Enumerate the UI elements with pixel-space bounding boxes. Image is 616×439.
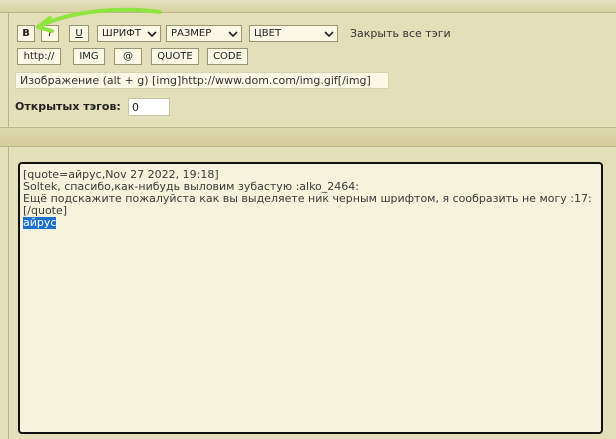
editor-line: айрус	[23, 217, 598, 229]
color-select[interactable]: ЦВЕТ	[249, 25, 338, 42]
italic-button[interactable]: I	[41, 25, 59, 42]
hint-field: Изображение (alt + g) [img]http://www.do…	[15, 72, 389, 89]
top-bar	[0, 0, 616, 13]
close-all-tags-link[interactable]: Закрыть все тэги	[350, 27, 451, 40]
chevron-down-icon	[228, 31, 238, 38]
editor-line: [/quote]	[23, 205, 68, 217]
code-button[interactable]: CODE	[207, 48, 248, 65]
editor-line: [quote=айрус,Nov 27 2022, 19:18]	[23, 169, 219, 181]
size-select[interactable]: РАЗМЕР	[166, 25, 242, 42]
quote-button[interactable]: QUOTE	[151, 48, 199, 65]
divider-bar	[0, 127, 616, 147]
font-select-value: ШРИФТ	[102, 28, 141, 39]
editor-line: Ещё подскажите пожалуйста как вы выделяе…	[23, 193, 592, 205]
bold-button[interactable]: B	[17, 25, 35, 42]
selected-text: айрус	[23, 217, 57, 229]
http-button[interactable]: http://	[17, 48, 61, 65]
font-select[interactable]: ШРИФТ	[97, 25, 161, 42]
message-textarea[interactable]: [quote=айрус,Nov 27 2022, 19:18] Soltek,…	[18, 162, 603, 434]
open-tags-count: 0	[128, 98, 170, 116]
chevron-down-icon	[324, 31, 334, 38]
color-select-value: ЦВЕТ	[254, 28, 282, 39]
size-select-value: РАЗМЕР	[171, 28, 212, 39]
email-button[interactable]: @	[114, 48, 142, 65]
underline-button[interactable]: U	[69, 25, 89, 42]
img-button[interactable]: IMG	[73, 48, 105, 65]
chevron-down-icon	[147, 31, 157, 38]
open-tags-label: Открытых тэгов:	[15, 100, 121, 113]
editor-line: Soltek, спасибо,как-нибудь выловим зубас…	[23, 181, 359, 193]
